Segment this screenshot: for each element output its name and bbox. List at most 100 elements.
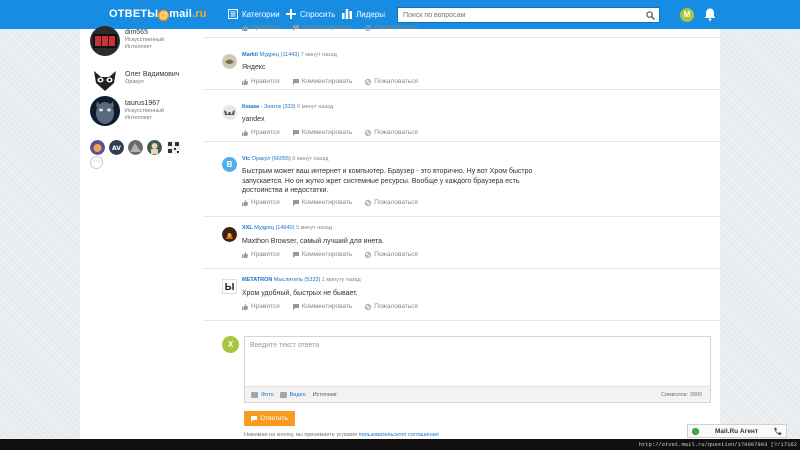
answer-actions: Нравится Комментировать Пожаловаться — [242, 129, 418, 136]
report-button[interactable]: Пожаловаться — [365, 303, 418, 310]
like-button[interactable]: Нравится — [242, 24, 280, 31]
author-rank[interactable]: - Знаток (333) — [261, 104, 296, 110]
avatar[interactable] — [128, 140, 143, 155]
status-bar: http://otvet.mail.ru/question/179097993 … — [0, 439, 800, 450]
comment-button[interactable]: Комментировать — [292, 78, 352, 85]
answer-item: Ы METATRON Мыслитель (5333) 1 минуту наз… — [203, 269, 720, 321]
avatar[interactable]: Ы — [222, 279, 237, 294]
author-name[interactable]: Markil — [242, 52, 258, 58]
answer-time: 1 минуту назад — [321, 277, 361, 283]
leader-rank: Оракул — [125, 79, 144, 85]
answer-text: Быстрым может ваш интернет и компьютер. … — [242, 168, 533, 194]
like-icon — [242, 24, 248, 31]
plus-icon — [286, 9, 296, 19]
add-photo-button[interactable]: Фото — [251, 391, 274, 398]
leader-item[interactable]: taurus1967 Искусственный Интеллект — [90, 96, 175, 126]
video-icon — [279, 391, 287, 398]
answers-list: Нравится Комментировать Пожаловаться Mar… — [203, 24, 720, 439]
answer-actions: Нравится Комментировать Пожаловаться — [242, 199, 418, 206]
like-icon — [242, 129, 248, 136]
author-name[interactable]: METATRON — [242, 277, 272, 283]
author-rank[interactable]: Мудрец (11443) — [259, 52, 299, 58]
terms-link[interactable]: пользовательского соглашения — [359, 432, 439, 438]
like-icon — [242, 303, 248, 310]
leaders-sidebar: dim565 Искусственный Интеллект Олег Вади… — [80, 26, 203, 439]
avatar[interactable] — [166, 140, 181, 155]
answer-item: Кошка - Знаток (333) 6 минут назад yande… — [203, 90, 720, 142]
nav-categories-label: Категории — [242, 9, 280, 19]
user-avatar[interactable]: М — [680, 8, 694, 22]
comment-button[interactable]: Комментировать — [292, 24, 352, 31]
avatar — [90, 26, 120, 56]
bell-icon[interactable] — [704, 8, 716, 21]
status-url: http://otvet.mail.ru/question/179097993 … — [638, 441, 797, 448]
author-rank[interactable]: Оракул (66055) — [252, 156, 291, 162]
avatar[interactable] — [90, 140, 105, 155]
comment-icon — [292, 251, 299, 258]
source-field[interactable]: Источник: — [313, 392, 338, 398]
report-button[interactable]: Пожаловаться — [365, 24, 418, 31]
like-icon — [242, 251, 248, 258]
leader-name[interactable]: Олег Вадимович — [125, 71, 179, 78]
avatar: Х — [222, 336, 239, 353]
answer-text: Яндекс — [242, 64, 266, 71]
site-logo[interactable]: ОТВЕТЫ@mail.ru — [109, 8, 207, 21]
nav-leaders[interactable]: Лидеры — [342, 9, 385, 19]
leader-item[interactable]: Олег Вадимович Оракул — [90, 65, 179, 95]
report-icon — [365, 303, 372, 310]
comment-button[interactable]: Комментировать — [292, 199, 352, 206]
char-counter: Символов: 3800 — [660, 391, 702, 398]
report-icon — [365, 199, 372, 206]
report-button[interactable]: Пожаловаться — [365, 251, 418, 258]
author-rank[interactable]: Мыслитель (5333) — [274, 277, 320, 283]
avatar[interactable]: AV — [109, 140, 124, 155]
search-icon[interactable] — [646, 11, 655, 20]
comment-button[interactable]: Комментировать — [292, 251, 352, 258]
nav-leaders-label: Лидеры — [356, 9, 386, 19]
avatar[interactable] — [222, 105, 237, 120]
answer-time: 6 минут назад — [292, 156, 329, 162]
answer-actions: Нравится Комментировать Пожаловаться — [242, 78, 418, 85]
author-name[interactable]: Vic — [242, 156, 250, 162]
answer-textarea[interactable] — [245, 337, 710, 387]
report-button[interactable]: Пожаловаться — [365, 78, 418, 85]
report-button[interactable]: Пожаловаться — [365, 199, 418, 206]
like-button[interactable]: Нравится — [242, 251, 280, 258]
author-name[interactable]: XXL — [242, 225, 253, 231]
comment-button[interactable]: Комментировать — [292, 303, 352, 310]
answer-actions: Нравится Комментировать Пожаловаться — [242, 24, 418, 31]
answer-item: Нравится Комментировать Пожаловаться — [203, 21, 720, 38]
avatar[interactable]: B — [222, 157, 237, 172]
comment-button[interactable]: Комментировать — [292, 129, 352, 136]
comment-icon — [292, 129, 299, 136]
leader-item[interactable]: dim565 Искусственный Интеллект — [90, 26, 175, 56]
answer-time: 6 минут назад — [297, 104, 334, 110]
avatar[interactable] — [222, 227, 237, 242]
leader-name[interactable]: taurus1967 — [125, 100, 175, 107]
answer-item: Markil Мудрец (11443) 7 минут назад Янде… — [203, 38, 720, 90]
answer-item: XXL Мудрец (14940) 5 минут назад Maxthon… — [203, 217, 720, 269]
report-icon — [365, 24, 372, 31]
like-button[interactable]: Нравится — [242, 199, 280, 206]
like-button[interactable]: Нравится — [242, 78, 280, 85]
reply-toolbar: Фото Видео Источник: Символов: 3800 — [245, 386, 710, 402]
more-leaders-button[interactable]: ··· — [90, 156, 103, 169]
phone-icon[interactable] — [773, 427, 782, 436]
leader-name[interactable]: dim565 — [125, 29, 175, 36]
answer-time: 7 минут назад — [300, 52, 337, 58]
add-video-button[interactable]: Видео — [279, 391, 306, 398]
author-name[interactable]: Кошка — [242, 104, 259, 110]
report-button[interactable]: Пожаловаться — [365, 129, 418, 136]
search-input[interactable] — [398, 8, 638, 22]
agent-widget[interactable]: Mail.Ru Агент — [687, 424, 787, 438]
answer-meta: Кошка - Знаток (333) 6 минут назад — [242, 104, 333, 110]
avatar[interactable] — [222, 54, 237, 69]
nav-categories[interactable]: Категории — [228, 9, 280, 19]
avatar — [90, 96, 120, 126]
like-button[interactable]: Нравится — [242, 303, 280, 310]
nav-ask[interactable]: Спросить — [286, 9, 335, 19]
like-button[interactable]: Нравится — [242, 129, 280, 136]
avatar[interactable] — [147, 140, 162, 155]
author-rank[interactable]: Мудрец (14940) — [254, 225, 294, 231]
submit-answer-button[interactable]: Ответить — [244, 411, 295, 426]
